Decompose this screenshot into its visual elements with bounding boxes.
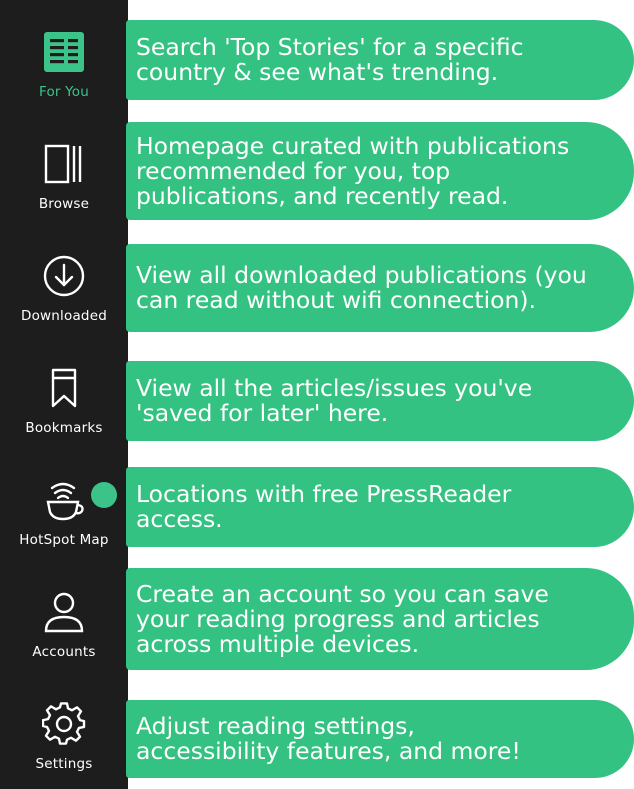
sidebar-item-bookmarks[interactable]: Bookmarks: [0, 344, 128, 448]
callout-line: 'saved for later' here.: [136, 399, 389, 427]
callout-browse: Homepage curated with publications recom…: [126, 122, 634, 220]
callout-line: View all the articles/issues you've: [136, 374, 533, 402]
sidebar-item-label: Settings: [35, 756, 93, 772]
newspaper-icon: [42, 30, 86, 74]
callout-hotspot-map: Locations with free PressReader access.: [126, 467, 634, 547]
gear-icon: [42, 702, 86, 746]
sidebar-item-label: Browse: [38, 196, 90, 212]
sidebar: For You Browse Downloaded Bookmarks HotS…: [0, 0, 128, 789]
sidebar-item-settings[interactable]: Settings: [0, 680, 128, 784]
callout-line: across multiple devices.: [136, 629, 420, 658]
sidebar-item-accounts[interactable]: Accounts: [0, 568, 128, 672]
callout-line: Create an account so you can save: [136, 579, 549, 608]
sidebar-item-downloaded[interactable]: Downloaded: [0, 232, 128, 336]
callout-for-you: Search 'Top Stories' for a specific coun…: [126, 20, 634, 100]
callout-line: Search 'Top Stories' for a specific: [136, 33, 524, 61]
callout-accounts: Create an account so you can save your r…: [126, 568, 634, 670]
callout-line: publications, and recently read.: [136, 181, 509, 210]
sidebar-item-label: HotSpot Map: [19, 532, 109, 548]
coffee-cup-wifi-icon: [42, 478, 86, 522]
callout-bookmarks: View all the articles/issues you've 'sav…: [126, 361, 634, 441]
callout-line: access.: [136, 505, 223, 533]
callout-line: Homepage curated with publications: [136, 131, 570, 160]
callout-line: your reading progress and articles: [136, 604, 540, 633]
user-icon: [42, 590, 86, 634]
callout-line: country & see what's trending.: [136, 58, 499, 86]
callout-line: Adjust reading settings,: [136, 712, 415, 740]
sidebar-item-browse[interactable]: Browse: [0, 120, 128, 224]
callout-settings: Adjust reading settings, accessibility f…: [126, 700, 634, 778]
callout-line: recommended for you, top: [136, 156, 451, 185]
callout-line: can read without wifi connection).: [136, 286, 537, 314]
sidebar-item-label: Bookmarks: [25, 420, 103, 436]
sidebar-item-for-you[interactable]: For You: [0, 8, 128, 112]
sidebar-item-label: Downloaded: [21, 308, 107, 324]
sidebar-item-hotspot-map[interactable]: HotSpot Map: [0, 456, 128, 560]
notification-dot: [91, 482, 117, 508]
sidebar-item-label: Accounts: [32, 644, 96, 660]
callout-line: Locations with free PressReader: [136, 480, 512, 508]
library-icon: [42, 142, 86, 186]
callout-line: View all downloaded publications (you: [136, 261, 587, 289]
sidebar-item-label: For You: [38, 84, 90, 100]
callout-line: accessibility features, and more!: [136, 737, 521, 765]
callout-downloaded: View all downloaded publications (you ca…: [126, 244, 634, 332]
bookmark-icon: [42, 366, 86, 410]
download-icon: [42, 254, 86, 298]
